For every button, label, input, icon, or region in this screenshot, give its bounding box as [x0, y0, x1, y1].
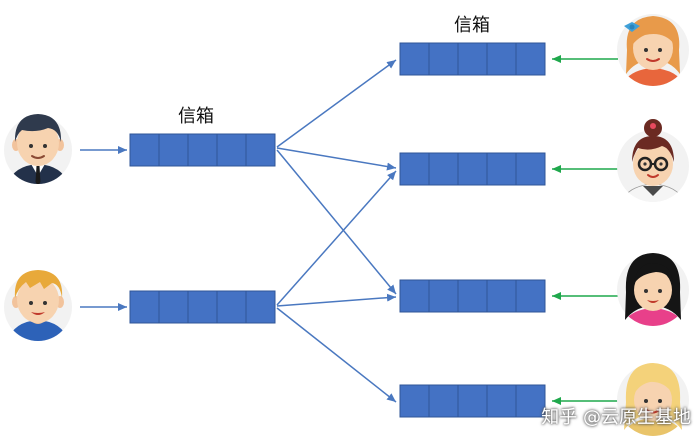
mailbox-receiver-2	[399, 152, 546, 186]
arrow-m1-to-r1	[276, 59, 397, 148]
mailbox-receiver-4	[399, 384, 546, 418]
arrow-m2-to-r4	[276, 307, 397, 403]
girl-with-bow-avatar-icon	[617, 14, 689, 86]
mailbox-receiver-3	[399, 279, 546, 313]
mailbox-label-right: 信箱	[454, 15, 490, 36]
mailbox-sender-2	[129, 290, 276, 324]
arrow-m2-to-r3	[276, 293, 397, 307]
arrow-m1-to-r3	[276, 149, 397, 295]
actor-mailbox-diagram: 信箱 信箱 知乎 @云原生基地	[0, 0, 699, 439]
blond-man-avatar-icon	[4, 270, 72, 341]
arrow-m1-to-r2	[276, 147, 397, 171]
mailbox-label-left: 信箱	[178, 106, 214, 127]
arrow-m2-to-r2	[276, 170, 397, 306]
mailbox-sender-1	[129, 133, 276, 167]
mailbox-receiver-1	[399, 42, 546, 76]
girl-with-glasses-avatar-icon	[617, 119, 689, 202]
diagram-canvas	[4, 14, 689, 436]
dark-hair-girl-avatar-icon	[617, 253, 689, 326]
businessman-avatar-icon	[4, 114, 72, 184]
watermark: 知乎 @云原生基地	[541, 407, 691, 428]
